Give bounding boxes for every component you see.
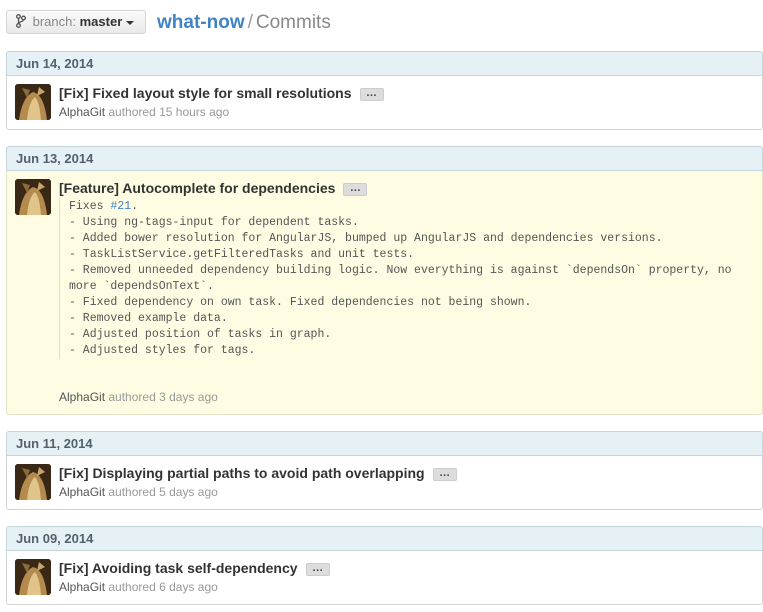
commit-row: [Fix] Fixed layout style for small resol…: [6, 76, 763, 130]
commit-verb: authored: [108, 390, 156, 404]
commit-time: 15 hours ago: [159, 105, 230, 119]
commit-title[interactable]: [Fix] Displaying partial paths to avoid …: [59, 465, 425, 481]
fixes-prefix: Fixes: [69, 200, 111, 213]
commit-verb: authored: [108, 580, 156, 594]
commit-time: 3 days ago: [159, 390, 218, 404]
caret-down-icon: [126, 21, 134, 25]
issue-link[interactable]: #21: [110, 200, 131, 213]
commit-date-header: Jun 13, 2014: [6, 146, 763, 171]
commit-date-header: Jun 11, 2014: [6, 431, 763, 456]
commit-title-link[interactable]: [Fix] Displaying partial paths to avoid …: [59, 464, 457, 482]
commit-row: [Fix] Displaying partial paths to avoid …: [6, 456, 763, 510]
breadcrumb-separator: /: [247, 12, 253, 33]
commit-title-link[interactable]: [Feature] Autocomplete for dependencies …: [59, 179, 368, 197]
commit-meta: AlphaGit authored 3 days ago: [59, 390, 218, 404]
git-branch-icon: [16, 13, 26, 28]
commit-title-link[interactable]: [Fix] Fixed layout style for small resol…: [59, 84, 384, 102]
commit-group: Jun 14, 2014 [Fix] Fixed layout style fo…: [6, 51, 763, 130]
commit-time: 6 days ago: [159, 580, 218, 594]
commit-title-link[interactable]: [Fix] Avoiding task self-dependency …: [59, 559, 330, 577]
repo-link[interactable]: what-now: [157, 12, 245, 33]
branch-label: branch:: [32, 14, 76, 29]
commit-title[interactable]: [Fix] Fixed layout style for small resol…: [59, 85, 352, 101]
commit-author[interactable]: AlphaGit: [59, 485, 105, 499]
commit-meta: AlphaGit authored 5 days ago: [59, 485, 218, 499]
page-title: Commits: [255, 12, 331, 33]
description-body: - Using ng-tags-input for dependent task…: [69, 216, 732, 357]
breadcrumb: what-now / Commits: [157, 11, 331, 35]
branch-selector-button[interactable]: branch: master: [6, 10, 146, 34]
avatar[interactable]: [15, 84, 51, 120]
commit-verb: authored: [108, 485, 156, 499]
commit-group: Jun 11, 2014 [Fix] Displaying partial pa…: [6, 431, 763, 510]
commit-row: [Fix] Avoiding task self-dependency … Alp…: [6, 551, 763, 605]
commit-meta: AlphaGit authored 6 days ago: [59, 580, 218, 594]
commit-group: Jun 09, 2014 [Fix] Avoiding task self-de…: [6, 526, 763, 605]
commit-time: 5 days ago: [159, 485, 218, 499]
commit-author[interactable]: AlphaGit: [59, 105, 105, 119]
commit-group: Jun 13, 2014 [Feature] Autocomplete for …: [6, 146, 763, 415]
expand-message-button[interactable]: …: [305, 563, 330, 576]
avatar[interactable]: [15, 559, 51, 595]
commit-title[interactable]: [Feature] Autocomplete for dependencies: [59, 180, 335, 196]
commit-meta: AlphaGit authored 15 hours ago: [59, 105, 229, 119]
expand-message-button[interactable]: …: [359, 88, 384, 101]
avatar[interactable]: [15, 179, 51, 215]
commit-title[interactable]: [Fix] Avoiding task self-dependency: [59, 560, 298, 576]
expand-message-button[interactable]: …: [432, 468, 457, 481]
commit-date-header: Jun 09, 2014: [6, 526, 763, 551]
commit-author[interactable]: AlphaGit: [59, 580, 105, 594]
avatar[interactable]: [15, 464, 51, 500]
commit-description: Fixes #21. - Using ng-tags-input for dep…: [59, 197, 749, 359]
fixes-suffix: .: [131, 200, 139, 213]
commit-date-header: Jun 14, 2014: [6, 51, 763, 76]
branch-value: master: [79, 14, 123, 29]
commit-row: [Feature] Autocomplete for dependencies ……: [6, 171, 763, 415]
commits-header: branch: master what-now / Commits: [6, 10, 756, 36]
expand-message-button[interactable]: …: [343, 183, 368, 196]
commit-author[interactable]: AlphaGit: [59, 390, 105, 404]
commit-verb: authored: [108, 105, 156, 119]
